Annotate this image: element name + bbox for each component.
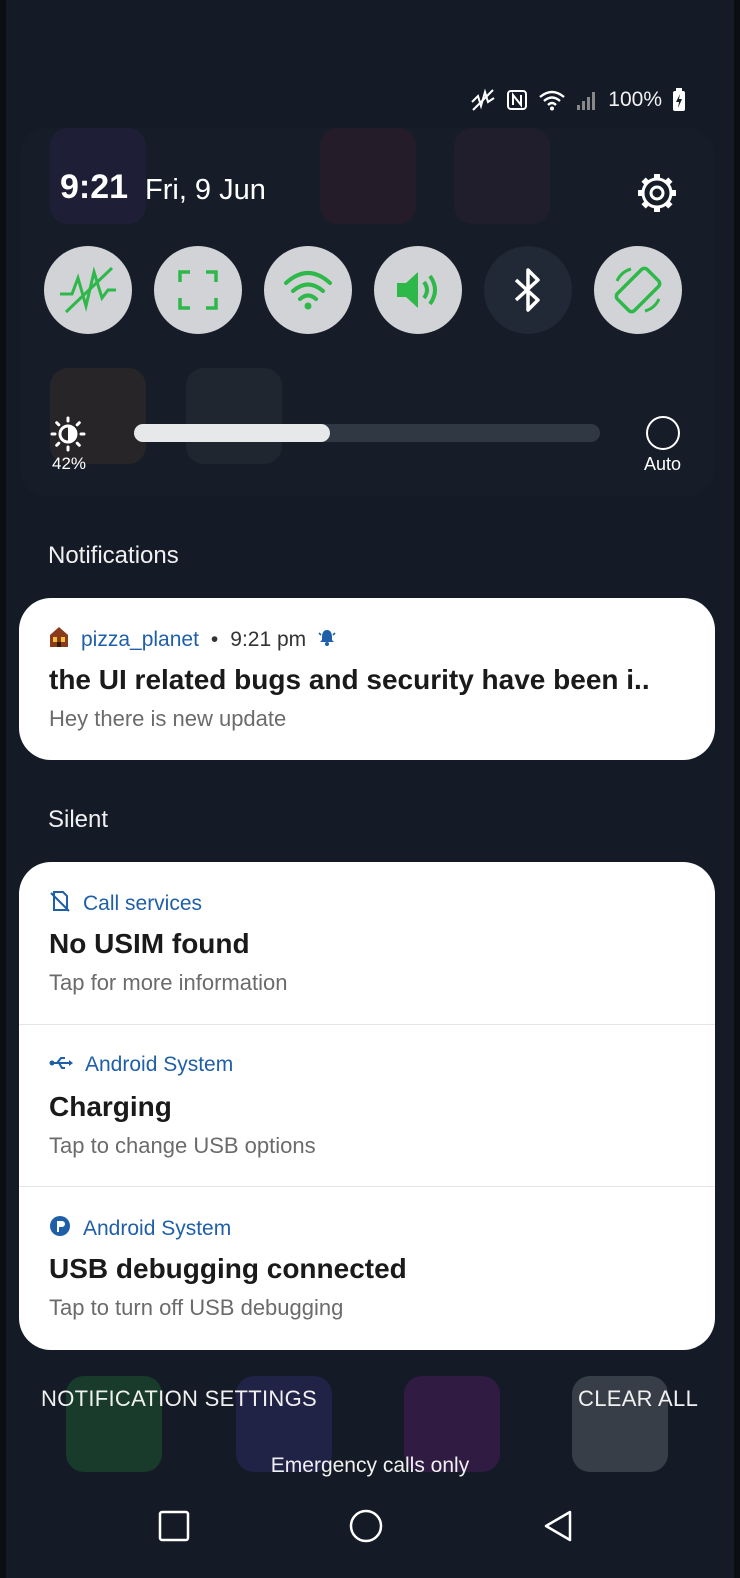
notification-header: pizza_planet • 9:21 pm [49, 626, 336, 654]
battery-charging-icon [672, 88, 686, 112]
notification-text: Tap to change USB options [49, 1133, 316, 1158]
notification-pizza-planet[interactable]: pizza_planet • 9:21 pm the UI related bu… [19, 598, 715, 760]
quick-settings-tiles [44, 246, 682, 334]
notification-charging[interactable]: Android System Charging Tap to change US… [19, 1024, 715, 1186]
clear-all-button[interactable]: CLEAR ALL [578, 1386, 698, 1412]
capture-frame-icon [178, 270, 218, 310]
separator-dot: • [210, 628, 219, 651]
notification-time: 9:21 pm [230, 628, 307, 651]
notification-text: Tap to turn off USB debugging [49, 1295, 344, 1320]
status-bar: 100% [470, 86, 686, 114]
brightness-slider-fill [134, 424, 330, 442]
speaker-icon [397, 272, 437, 308]
home-button[interactable] [346, 1506, 386, 1546]
screen-capture-tile[interactable] [154, 246, 242, 334]
auto-rotate-tile[interactable] [594, 246, 682, 334]
settings-gear-icon[interactable] [634, 170, 680, 216]
navigation-bar [6, 1500, 734, 1550]
notification-text: Tap for more information [49, 970, 288, 995]
square-icon [158, 1510, 190, 1542]
rotate-icon [614, 266, 662, 314]
mobile-data-tile[interactable] [44, 246, 132, 334]
wifi-icon [284, 271, 332, 310]
signal-off-icon [470, 88, 496, 112]
notification-usb-debugging[interactable]: Android System USB debugging connected T… [19, 1186, 715, 1348]
wifi-icon [538, 89, 566, 111]
usb-icon [49, 1053, 73, 1077]
notification-app-name: pizza_planet [81, 628, 199, 651]
no-sim-icon [49, 890, 71, 918]
notification-title: the UI related bugs and security have be… [49, 664, 650, 695]
notification-app-name: Android System [85, 1053, 234, 1076]
notification-app-name: Android System [83, 1217, 232, 1240]
nfc-icon [506, 89, 528, 111]
mobile-data-off-icon [60, 266, 116, 314]
notification-header: Android System [49, 1053, 233, 1077]
bluetooth-tile[interactable] [484, 246, 572, 334]
date[interactable]: Fri, 9 Jun [145, 174, 266, 207]
notification-shade: 100% 9:21 Fri, 9 Jun 42% Auto Notificati… [6, 0, 734, 1578]
auto-brightness-label: Auto [644, 454, 682, 474]
alert-bell-icon [318, 628, 336, 652]
notification-header: Android System [49, 1215, 231, 1243]
sound-tile[interactable] [374, 246, 462, 334]
emergency-calls-text: Emergency calls only [270, 1454, 470, 1477]
cell-signal-icon [576, 89, 598, 111]
notification-title: Charging [49, 1091, 172, 1122]
wifi-tile[interactable] [264, 246, 352, 334]
notification-header: Call services [49, 890, 202, 918]
clock: 9:21 [60, 168, 129, 206]
silent-heading: Silent [48, 806, 109, 833]
recents-button[interactable] [154, 1506, 194, 1546]
brightness-icon [50, 416, 86, 452]
notification-settings-button[interactable]: NOTIFICATION SETTINGS [41, 1386, 317, 1412]
triangle-back-icon [544, 1510, 572, 1542]
notification-card: pizza_planet • 9:21 pm the UI related bu… [19, 598, 715, 760]
debug-icon [49, 1215, 71, 1243]
notification-call-services[interactable]: Call services No USIM found Tap for more… [19, 862, 715, 1024]
notification-text: Hey there is new update [49, 706, 287, 731]
pizza-planet-app-icon [49, 626, 69, 654]
auto-brightness-toggle[interactable] [646, 416, 680, 450]
notification-app-name: Call services [83, 892, 203, 915]
silent-notifications-card: Call services No USIM found Tap for more… [19, 862, 715, 1350]
notification-title: No USIM found [49, 928, 250, 959]
back-button[interactable] [538, 1506, 578, 1546]
brightness-slider[interactable] [134, 424, 600, 442]
notification-title: USB debugging connected [49, 1253, 407, 1284]
bluetooth-icon [514, 268, 540, 312]
circle-icon [349, 1509, 383, 1543]
notifications-heading: Notifications [48, 542, 179, 569]
battery-percentage: 100% [608, 88, 662, 111]
brightness-percentage: 42% [52, 454, 87, 473]
